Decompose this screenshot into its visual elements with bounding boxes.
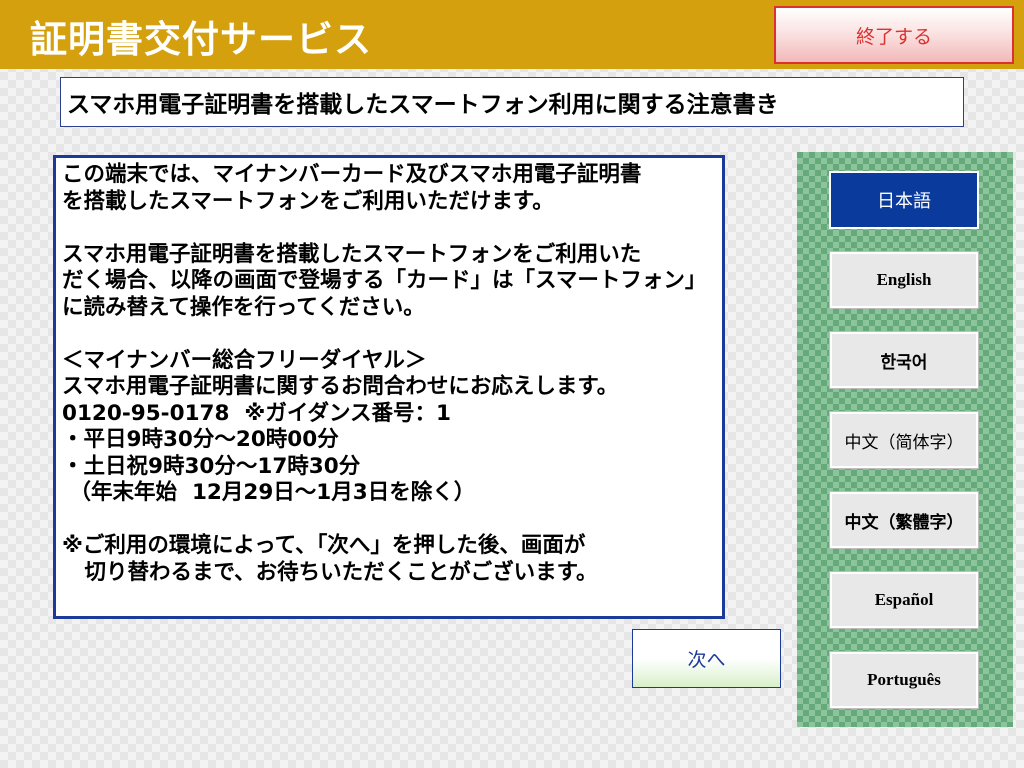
notice-line: （年末年始 12月29日～1月3日を除く）	[62, 480, 476, 505]
language-button-spanish[interactable]: Español	[829, 571, 979, 629]
notice-line: 切り替わるまで、お待ちいただくことがございます。	[62, 559, 598, 585]
notice-line	[62, 321, 716, 348]
notice-line	[62, 215, 716, 242]
app-title: 証明書交付サービス	[30, 18, 372, 61]
notice-line: だく場合、以降の画面で登場する「カード」は「スマートフォン」	[62, 268, 707, 293]
language-button-chinese-simplified[interactable]: 中文（简体字）	[829, 411, 979, 469]
language-button-english[interactable]: English	[829, 251, 979, 309]
notice-line: スマホ用電子証明書を搭載したスマートフォンをご利用いた	[62, 241, 642, 267]
notice-line: ・平日9時30分～20時00分	[62, 427, 339, 452]
language-button-korean[interactable]: 한국어	[829, 331, 979, 389]
notice-line: この端末では、マイナンバーカード及びスマホ用電子証明書	[62, 162, 642, 187]
notice-line	[62, 507, 716, 534]
notice-line: を搭載したスマートフォンをご利用いただけます。	[62, 188, 554, 214]
notice-content-panel: この端末では、マイナンバーカード及びスマホ用電子証明書 を搭載したスマートフォン…	[53, 155, 725, 619]
notice-line: 0120-95-0178 ※ガイダンス番号：1	[62, 400, 451, 426]
exit-button[interactable]: 終了する	[774, 6, 1014, 64]
language-button-japanese[interactable]: 日本語	[829, 171, 979, 229]
notice-line: ・土日祝9時30分～17時30分	[62, 453, 361, 479]
notice-line: ＜マイナンバー総合フリーダイヤル＞	[62, 347, 427, 373]
notice-title: スマホ用電子証明書を搭載したスマートフォン利用に関する注意書き	[60, 77, 964, 127]
language-button-portuguese[interactable]: Português	[829, 651, 979, 709]
language-button-chinese-traditional[interactable]: 中文（繁體字）	[829, 491, 979, 549]
notice-line: スマホ用電子証明書に関するお問合わせにお応えします。	[62, 374, 619, 399]
language-panel: 日本語 English 한국어 中文（简体字） 中文（繁體字） Español …	[797, 152, 1013, 727]
notice-line: ※ご利用の環境によって、「次へ」を押した後、画面が	[62, 533, 586, 558]
notice-line: に読み替えて操作を行ってください。	[62, 294, 425, 320]
next-button[interactable]: 次へ	[632, 629, 781, 688]
notice-title-text: スマホ用電子証明書を搭載したスマートフォン利用に関する注意書き	[67, 92, 779, 118]
